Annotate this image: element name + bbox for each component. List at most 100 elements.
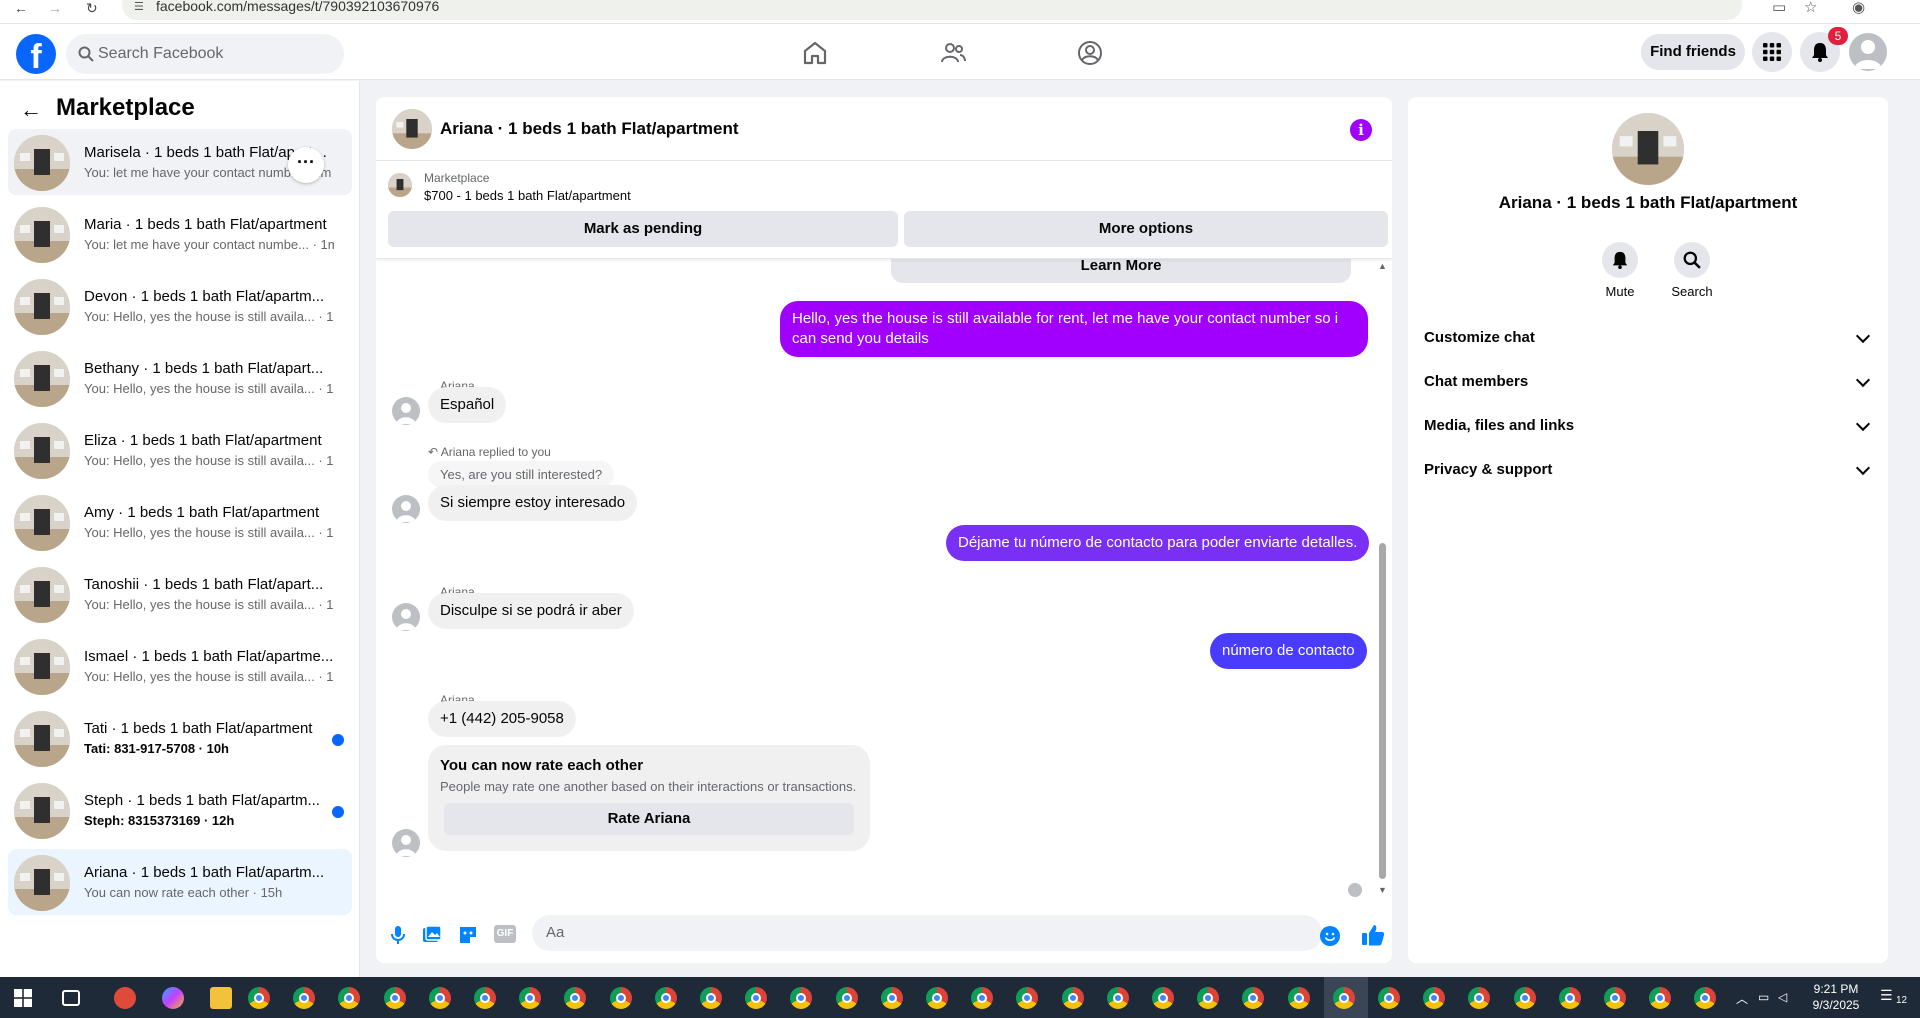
- photo-icon[interactable]: [422, 925, 442, 945]
- site-info-icon[interactable]: ☰: [134, 0, 144, 13]
- scroll-down-icon[interactable]: ▼: [1378, 885, 1387, 895]
- chrome-window-icon[interactable]: [926, 987, 948, 1009]
- back-arrow-icon[interactable]: ←: [20, 97, 42, 123]
- conversation-item[interactable]: Maria · 1 beds 1 bath Flat/apartment You:…: [8, 201, 352, 267]
- conversation-item[interactable]: Marisela · 1 beds 1 bath Flat/apartment Y…: [8, 129, 352, 195]
- address-bar[interactable]: ☰ facebook.com/messages/t/79039210367097…: [122, 0, 1742, 20]
- conversation-item[interactable]: Ismael · 1 beds 1 bath Flat/apartme... Yo…: [8, 633, 352, 699]
- mark-as-pending-button[interactable]: Mark as pending: [388, 211, 898, 247]
- incoming-message[interactable]: +1 (442) 205-9058: [428, 701, 576, 737]
- outgoing-message[interactable]: Déjame tu número de contacto para poder …: [946, 525, 1370, 561]
- chrome-window-icon[interactable]: [880, 987, 903, 1009]
- chrome-window-icon[interactable]: [1423, 987, 1446, 1009]
- contact-avatar[interactable]: [392, 829, 420, 857]
- chrome-window-icon[interactable]: [1242, 987, 1265, 1009]
- more-options-button[interactable]: More options: [904, 211, 1388, 247]
- search-conversation-button[interactable]: [1674, 242, 1710, 278]
- outgoing-message[interactable]: Hello, yes the house is still available …: [780, 301, 1368, 357]
- account-avatar[interactable]: [1849, 33, 1887, 71]
- privacy-support-section[interactable]: Privacy & support: [1424, 450, 1872, 490]
- volume-icon[interactable]: ◁: [1778, 990, 1787, 1004]
- incoming-message[interactable]: Disculpe si se podrá ir aber: [428, 593, 634, 629]
- copilot-icon[interactable]: [162, 987, 184, 1009]
- scroll-up-icon[interactable]: ▲: [1378, 261, 1387, 271]
- incoming-message[interactable]: Español: [428, 387, 507, 423]
- chrome-window-icon[interactable]: [609, 987, 632, 1009]
- chat-title[interactable]: Ariana · 1 beds 1 bath Flat/apartment: [440, 119, 739, 139]
- chrome-window-icon[interactable]: [519, 987, 542, 1009]
- listing-avatar-large[interactable]: [1612, 113, 1684, 185]
- contact-avatar[interactable]: [392, 397, 420, 425]
- quoted-message[interactable]: Yes, are you still interested?: [428, 461, 615, 488]
- chrome-window-icon[interactable]: [835, 987, 858, 1009]
- conversation-item[interactable]: Amy · 1 beds 1 bath Flat/apartment You: H…: [8, 489, 352, 555]
- tray-overflow-icon[interactable]: ︿: [1736, 990, 1748, 1007]
- chrome-window-icon[interactable]: [564, 987, 587, 1009]
- chrome-window-icon[interactable]: [1332, 987, 1355, 1009]
- chrome-window-icon[interactable]: [1694, 987, 1717, 1009]
- microphone-icon[interactable]: [388, 925, 408, 945]
- menu-button[interactable]: [1752, 32, 1792, 72]
- search-input[interactable]: Search Facebook: [66, 34, 344, 74]
- chrome-window-icon[interactable]: [654, 987, 677, 1009]
- chrome-window-icon[interactable]: [383, 987, 406, 1009]
- incoming-message[interactable]: Si siempre estoy interesado: [428, 485, 638, 521]
- contact-avatar[interactable]: [392, 603, 420, 631]
- network-icon[interactable]: ▭: [1758, 990, 1769, 1004]
- chrome-window-icon[interactable]: [428, 987, 451, 1009]
- chrome-window-icon[interactable]: [745, 987, 768, 1009]
- chrome-window-icon[interactable]: [1513, 987, 1536, 1009]
- chat-members-section[interactable]: Chat members: [1424, 362, 1872, 402]
- media-files-links-section[interactable]: Media, files and links: [1424, 406, 1872, 446]
- outgoing-message[interactable]: número de contacto: [1210, 633, 1367, 669]
- home-icon[interactable]: [802, 40, 828, 66]
- chrome-window-icon[interactable]: [790, 987, 813, 1009]
- mute-button[interactable]: [1602, 242, 1638, 278]
- chrome-window-icon[interactable]: [338, 987, 361, 1009]
- windows-start-icon[interactable]: [14, 989, 32, 1007]
- chrome-window-icon[interactable]: [1287, 987, 1310, 1009]
- listing-thumbnail[interactable]: [392, 109, 432, 149]
- cast-icon[interactable]: ▭: [1772, 0, 1786, 16]
- chrome-window-icon[interactable]: [1152, 987, 1174, 1009]
- thread-scrollbar[interactable]: ▲ ▼: [1376, 259, 1388, 899]
- conversation-item[interactable]: Ariana · 1 beds 1 bath Flat/apartm... You…: [8, 849, 352, 915]
- customize-chat-section[interactable]: Customize chat: [1424, 318, 1872, 358]
- mute-action[interactable]: Mute: [1590, 242, 1650, 299]
- friends-icon[interactable]: [940, 40, 966, 66]
- rate-ariana-button[interactable]: Rate Ariana: [444, 803, 854, 835]
- conversation-item[interactable]: Tanoshii · 1 beds 1 bath Flat/apart... Yo…: [8, 561, 352, 627]
- bookmark-star-icon[interactable]: ☆: [1804, 0, 1817, 16]
- gif-icon[interactable]: GIF: [494, 925, 516, 943]
- info-icon[interactable]: i: [1350, 119, 1372, 141]
- chrome-window-icon[interactable]: [1061, 987, 1084, 1009]
- find-friends-button[interactable]: Find friends: [1641, 34, 1745, 70]
- message-input[interactable]: Aa: [532, 915, 1322, 951]
- chrome-window-icon[interactable]: [700, 987, 722, 1009]
- chrome-window-icon[interactable]: [1106, 987, 1129, 1009]
- chrome-window-icon[interactable]: [971, 987, 994, 1009]
- chrome-window-icon[interactable]: [1604, 987, 1626, 1009]
- message-thread[interactable]: Learn More Hello, yes the house is still…: [376, 259, 1392, 899]
- app-icon[interactable]: [114, 987, 136, 1009]
- groups-icon[interactable]: [1077, 40, 1103, 66]
- file-explorer-icon[interactable]: [210, 987, 232, 1009]
- conversation-item[interactable]: Tati · 1 beds 1 bath Flat/apartment Tati:…: [8, 705, 352, 771]
- contact-avatar[interactable]: [392, 495, 420, 523]
- chrome-window-icon[interactable]: [474, 987, 496, 1009]
- chrome-window-icon[interactable]: [1468, 987, 1491, 1009]
- forward-arrow-icon[interactable]: →: [48, 0, 62, 16]
- chrome-window-icon[interactable]: [1649, 987, 1672, 1009]
- facebook-logo-icon[interactable]: f: [16, 34, 56, 76]
- scrollbar-thumb[interactable]: [1379, 543, 1386, 879]
- search-action[interactable]: Search: [1662, 242, 1722, 299]
- conversation-item[interactable]: Steph · 1 beds 1 bath Flat/apartm... Step…: [8, 777, 352, 843]
- conversation-item[interactable]: Bethany · 1 beds 1 bath Flat/apart... You…: [8, 345, 352, 411]
- chrome-window-icon[interactable]: [1197, 987, 1220, 1009]
- listing-price-title[interactable]: $700 - 1 beds 1 bath Flat/apartment: [424, 188, 631, 203]
- listing-thumbnail-small[interactable]: [388, 173, 412, 197]
- back-arrow-icon[interactable]: ←: [14, 0, 28, 16]
- profile-icon[interactable]: ◉: [1852, 0, 1865, 16]
- chrome-window-icon[interactable]: [1378, 987, 1400, 1009]
- chrome-window-icon[interactable]: [248, 987, 270, 1009]
